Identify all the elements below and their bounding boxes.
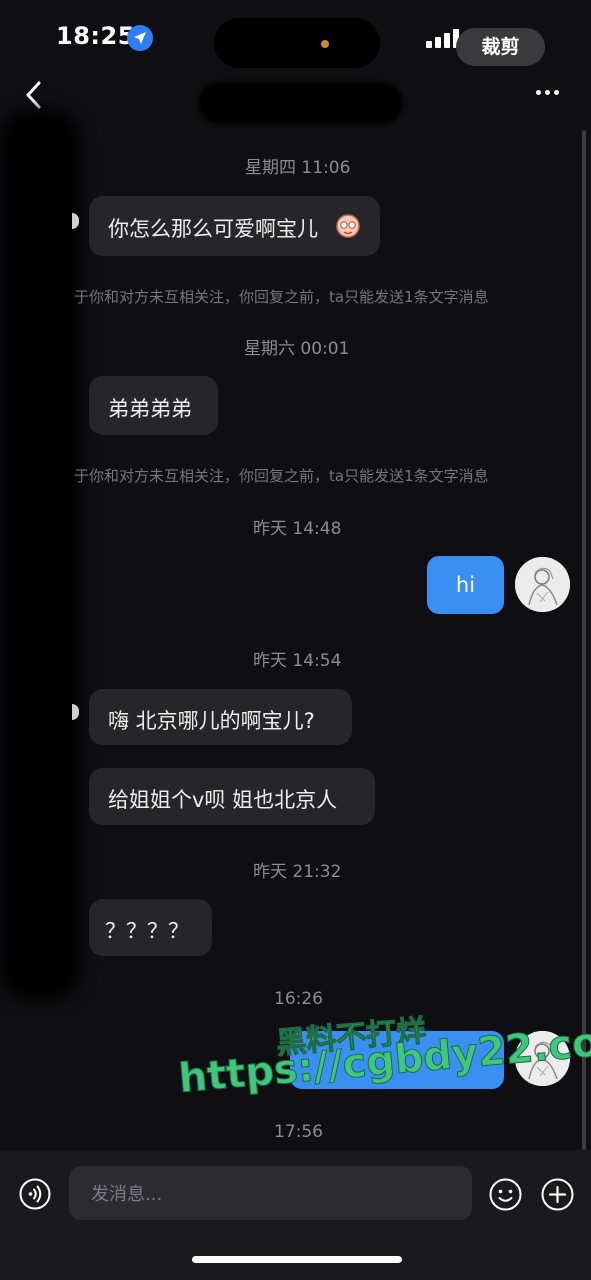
outgoing-message[interactable]: hi	[427, 556, 504, 614]
emoji-button[interactable]	[489, 1178, 522, 1211]
camera-indicator-dot	[321, 40, 329, 48]
message-text: 弟弟弟弟	[108, 397, 192, 421]
avatar[interactable]	[515, 557, 570, 612]
timestamp: 星期四 11:06	[245, 158, 351, 178]
chat-title-redacted	[198, 82, 403, 124]
incoming-message[interactable]: 你怎么那么可爱啊宝儿	[89, 196, 380, 256]
status-time: 18:25	[56, 22, 135, 50]
message-text: 嗨 北京哪儿的啊宝儿?	[108, 709, 315, 733]
dynamic-island	[214, 18, 380, 68]
system-notice: 于你和对方未互相关注，你回复之前，ta只能发送1条文字消息	[74, 467, 489, 485]
timestamp: 16:26	[274, 989, 323, 1009]
avatar-sketch-image	[515, 557, 570, 612]
message-text: ？？？？	[105, 919, 189, 943]
back-button[interactable]	[20, 78, 48, 112]
timestamp: 17:56	[274, 1122, 323, 1142]
plus-icon	[541, 1178, 574, 1211]
incoming-message[interactable]: 给姐姐个v呗 姐也北京人	[89, 768, 375, 825]
message-input[interactable]: 发消息...	[69, 1166, 472, 1220]
timestamp: 昨天 14:54	[253, 651, 342, 671]
timestamp: 昨天 14:48	[253, 519, 342, 539]
home-indicator[interactable]	[192, 1256, 402, 1263]
crop-button[interactable]: 裁剪	[456, 28, 545, 66]
voice-icon	[19, 1178, 51, 1210]
scrollbar[interactable]	[582, 130, 586, 1150]
incoming-message[interactable]: 嗨 北京哪儿的啊宝儿?	[89, 689, 352, 745]
incoming-message[interactable]: 弟弟弟弟	[89, 376, 218, 435]
voice-button[interactable]	[19, 1178, 51, 1210]
chevron-left-icon	[26, 81, 41, 109]
input-placeholder: 发消息...	[91, 1184, 163, 1205]
message-text: 给姐姐个v呗 姐也北京人	[108, 788, 338, 812]
avatar-redaction	[0, 110, 80, 1000]
more-button[interactable]	[536, 85, 566, 99]
more-dots-icon	[536, 90, 541, 95]
message-text: hi	[455, 573, 476, 597]
shy-face-emoji-icon	[336, 214, 360, 238]
plus-button[interactable]	[541, 1178, 574, 1211]
emoji-icon	[489, 1178, 522, 1211]
timestamp: 星期六 00:01	[244, 339, 350, 359]
incoming-message[interactable]: ？？？？	[89, 899, 212, 956]
status-bar: 18:25 裁剪	[0, 0, 591, 80]
timestamp: 昨天 21:32	[253, 862, 342, 882]
system-notice: 于你和对方未互相关注，你回复之前，ta只能发送1条文字消息	[74, 288, 489, 306]
location-arrow-icon	[127, 25, 153, 51]
message-text: 你怎么那么可爱啊宝儿	[108, 217, 318, 241]
